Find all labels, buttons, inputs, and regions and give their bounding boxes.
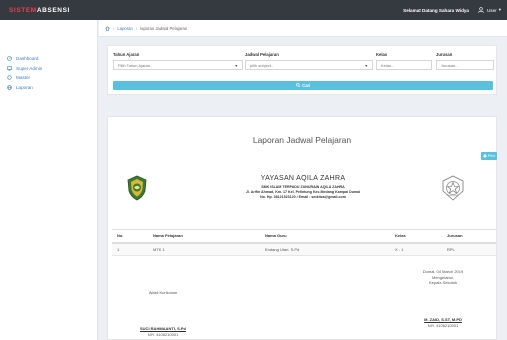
sidebar-item-label: Super Admin xyxy=(16,65,43,71)
monitor-icon xyxy=(7,66,12,71)
column-header: Kelas xyxy=(390,229,442,244)
kelas-label: Kelas xyxy=(376,52,388,57)
user-menu-label: User xyxy=(486,7,497,13)
signer-name: SUCI RAHMAANTI, S.Pd xyxy=(140,326,186,331)
jurusan-input[interactable]: Jurusan... xyxy=(436,60,494,70)
sidebar-item-label: Laporan xyxy=(16,84,33,90)
report-panel: Laporan Jadwal Pelajaran Print YAYASAN A… xyxy=(107,116,497,340)
column-header: Nama Guru xyxy=(260,229,390,244)
print-button[interactable]: Print xyxy=(481,152,497,160)
signer-role: Kepala Sekolah xyxy=(428,280,458,285)
breadcrumb-current: laporan Jadwal Pelajaran xyxy=(140,25,188,31)
sidebar-item-dashboard[interactable]: Dashboard xyxy=(0,54,97,64)
school-address: Jl. Arifin Ahmad, Km. 17 Kel. Pelintung … xyxy=(245,190,361,194)
sidebar: Dashboard Super Admin Master Laporan xyxy=(0,20,98,340)
signer-nip: NIY. 4106210001 xyxy=(427,322,459,328)
chevron-down-icon: ▼ xyxy=(234,63,238,68)
school-emblem xyxy=(442,175,464,201)
letterhead: YAYASAN AQILA ZAHRA SMK ISLAM TERPADU ZU… xyxy=(168,175,438,200)
schedule-table: No. Nama Pelajaran Nama Guru Kelas Jurus… xyxy=(112,229,496,256)
sidebar-item-label: Master xyxy=(16,75,31,81)
jadwal-pelajaran-select[interactable]: pilih subject.. ▼ xyxy=(245,60,373,70)
user-icon xyxy=(478,7,484,13)
table-cell: RPL xyxy=(442,242,496,256)
user-menu[interactable]: User ▾ xyxy=(478,7,501,13)
tahun-ajaran-select[interactable]: Pilih Tahun Ajaran.. ▼ xyxy=(113,60,243,70)
home-icon[interactable] xyxy=(105,25,110,31)
report-title: Laporan Jadwal Pelajaran xyxy=(252,135,352,145)
jadwal-pelajaran-label: Jadwal Pelajaran xyxy=(245,52,279,57)
circle-icon xyxy=(7,75,12,80)
table-cell: Endang Utari. S.Pd xyxy=(260,242,390,256)
dashboard-icon xyxy=(7,56,12,62)
breadcrumb-laporan[interactable]: Laporan xyxy=(117,26,132,31)
kelas-input[interactable]: Kelas... xyxy=(376,60,432,70)
globe-icon xyxy=(7,84,12,90)
table-cell: MTK 1 xyxy=(148,242,260,256)
sidebar-item-super-admin[interactable]: Super Admin xyxy=(0,64,97,74)
top-navbar: SISTEMABSENSI Selamat Datang Sahara Widy… xyxy=(0,0,507,20)
sidebar-item-label: Dashboard xyxy=(16,56,39,62)
sidebar-item-laporan[interactable]: Laporan xyxy=(0,83,97,93)
welcome-text: Selamat Datang Sahara Widya xyxy=(403,7,469,13)
breadcrumb-separator: › xyxy=(113,25,115,31)
tahun-ajaran-label: Tahun Ajaran xyxy=(113,52,140,57)
jurusan-label: Jurusan xyxy=(436,52,453,57)
signature-right: Dumai, 04 March 2019 Mengetahui, Kepala … xyxy=(398,269,488,328)
table-cell: X - 1 xyxy=(390,242,442,256)
signer-name: M. ZAID, S.ST, M.PD xyxy=(424,316,462,322)
brand-logo[interactable]: SISTEMABSENSI xyxy=(0,7,100,14)
signer-nip: NIY. 4106210001 xyxy=(147,332,179,337)
school-name: SMK ISLAM TERPADU ZUNURAIN AQILA ZAHRA xyxy=(261,185,345,189)
org-name: YAYASAN AQILA ZAHRA xyxy=(260,175,346,182)
breadcrumb: › Laporan › laporan Jadwal Pelajaran xyxy=(99,20,507,37)
signer-role: Wakil Kurikulum xyxy=(148,290,178,295)
printer-icon xyxy=(483,154,487,158)
filter-panel: Tahun Ajaran Pilih Tahun Ajaran.. ▼ Jadw… xyxy=(107,45,497,95)
column-header: No. xyxy=(112,229,148,244)
signature-left: Wakil Kurikulum SUCI RAHMAANTI, S.Pd NIY… xyxy=(118,279,208,337)
top-right-area: Selamat Datang Sahara Widya User ▾ xyxy=(403,7,507,13)
table-cell: 1 xyxy=(112,242,148,256)
yayasan-logo xyxy=(127,175,147,201)
table-row: 1 MTK 1 Endang Utari. S.Pd X - 1 RPL xyxy=(112,242,496,256)
column-header: Nama Pelajaran xyxy=(148,229,260,244)
column-header: Jurusan xyxy=(442,229,496,244)
search-button[interactable]: Cari xyxy=(113,81,493,90)
chevron-down-icon: ▼ xyxy=(364,63,368,68)
breadcrumb-separator: › xyxy=(135,25,138,31)
school-contact: No. Hp. 08121523120 / Email : smkitza@gm… xyxy=(260,195,346,199)
table-header-row: No. Nama Pelajaran Nama Guru Kelas Jurus… xyxy=(112,229,496,244)
search-icon xyxy=(295,83,300,88)
sidebar-item-master[interactable]: Master xyxy=(0,73,97,83)
chevron-down-icon: ▾ xyxy=(498,7,501,12)
